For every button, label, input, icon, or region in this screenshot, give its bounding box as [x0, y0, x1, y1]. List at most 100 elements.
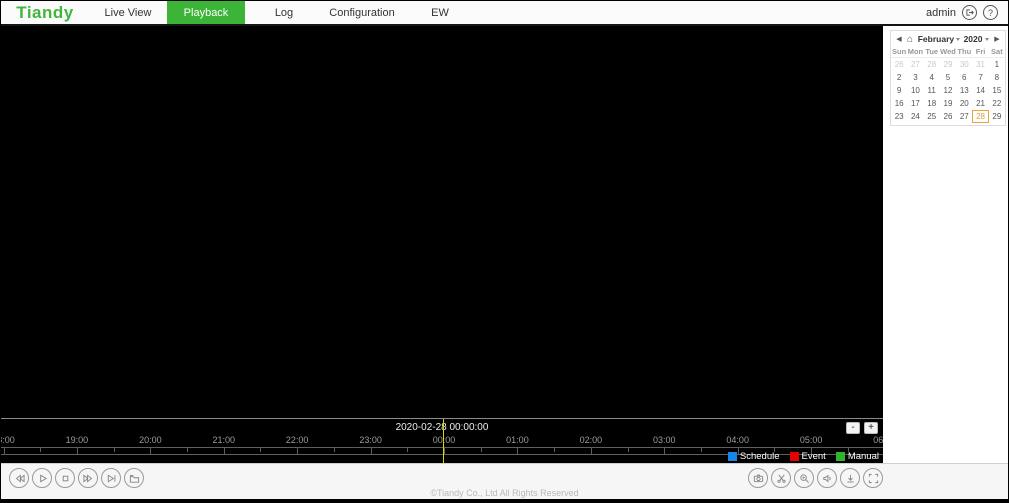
- video-playback-area[interactable]: [1, 26, 883, 418]
- calendar-date[interactable]: 27: [907, 58, 923, 71]
- calendar-month-select[interactable]: February: [918, 34, 961, 44]
- hour-label: 19:00: [65, 435, 89, 445]
- current-time-label: 2020-02-28 00:00:00: [395, 422, 489, 433]
- clip-button[interactable]: [771, 468, 791, 488]
- calendar-date[interactable]: 11: [924, 84, 940, 97]
- calendar-date[interactable]: 8: [989, 71, 1005, 84]
- calendar-date[interactable]: 19: [940, 97, 956, 110]
- chevron-down-icon: [984, 37, 989, 41]
- stop-button[interactable]: [55, 468, 75, 488]
- calendar-next-icon[interactable]: ▶: [992, 35, 1002, 43]
- calendar-date[interactable]: 9: [891, 84, 907, 97]
- calendar-date[interactable]: 17: [907, 97, 923, 110]
- snapshot-button[interactable]: [748, 468, 768, 488]
- calendar-date[interactable]: 26: [940, 110, 956, 123]
- calendar-date[interactable]: 29: [989, 110, 1005, 123]
- timeline-tick: [333, 448, 335, 452]
- calendar-date[interactable]: 30: [956, 58, 972, 71]
- calendar-home-icon[interactable]: ⌂: [904, 34, 916, 45]
- hour-label: 04:00: [726, 435, 749, 445]
- legend-label: Event: [801, 451, 826, 462]
- timeline[interactable]: 2020-02-28 00:00:00 - + 18:0019:0020:002…: [1, 418, 883, 463]
- calendar-date[interactable]: 24: [907, 110, 923, 123]
- frame-step-button[interactable]: [101, 468, 121, 488]
- timeline-tick: [150, 448, 152, 454]
- calendar-date[interactable]: 25: [924, 110, 940, 123]
- calendar-date[interactable]: 22: [989, 97, 1005, 110]
- download-button[interactable]: [840, 468, 860, 488]
- calendar-date[interactable]: 26: [891, 58, 907, 71]
- calendar-date[interactable]: 28: [924, 58, 940, 71]
- timeline-tick: [554, 448, 556, 452]
- timeline-tick: [700, 448, 702, 452]
- calendar-date[interactable]: 20: [956, 97, 972, 110]
- audio-button[interactable]: [817, 468, 837, 488]
- timeline-cursor[interactable]: [443, 419, 444, 463]
- help-icon[interactable]: ?: [983, 5, 998, 20]
- calendar-date[interactable]: 1: [989, 58, 1005, 71]
- calendar-prev-icon[interactable]: ◀: [894, 35, 904, 43]
- tab-configuration[interactable]: Configuration: [323, 1, 401, 24]
- timeline-zoom-out-button[interactable]: -: [846, 422, 860, 434]
- timeline-tick: [40, 448, 42, 452]
- day-header: Fri: [972, 46, 989, 58]
- tab-playback[interactable]: Playback: [167, 1, 245, 24]
- calendar-date[interactable]: 31: [972, 58, 988, 71]
- digital-zoom-button[interactable]: [794, 468, 814, 488]
- calendar-date[interactable]: 18: [924, 97, 940, 110]
- timeline-tick: [297, 448, 299, 454]
- tab-ew[interactable]: EW: [401, 1, 479, 24]
- tiandy-logo: Tiandy: [16, 2, 74, 22]
- hour-label: 06:00: [873, 435, 883, 445]
- calendar-year-select[interactable]: 2020: [964, 34, 989, 44]
- calendar-date[interactable]: 6: [956, 71, 972, 84]
- timeline-tick: [76, 448, 78, 454]
- logout-icon[interactable]: [962, 5, 977, 20]
- timeline-zoom-in-button[interactable]: +: [864, 422, 878, 434]
- calendar-date[interactable]: 15: [989, 84, 1005, 97]
- calendar-date[interactable]: 12: [940, 84, 956, 97]
- hour-label: 05:00: [799, 435, 823, 445]
- legend-label: Manual: [847, 451, 879, 462]
- calendar-grid: 26 27 28 29 30 31 1 2 3 4 5 6 7 8 9 10 11 12 13 14 15 16 17 18 1…: [891, 58, 1005, 123]
- calendar-date[interactable]: 29: [940, 58, 956, 71]
- tab-log[interactable]: Log: [245, 1, 323, 24]
- calendar-date[interactable]: 4: [924, 71, 940, 84]
- timeline-tick: [260, 448, 262, 452]
- hour-label: 22:00: [285, 435, 309, 445]
- timeline-tick: [517, 448, 519, 454]
- calendar-date[interactable]: 13: [956, 84, 972, 97]
- hour-label: 20:00: [139, 435, 162, 445]
- timeline-zoom-controls: - +: [846, 422, 878, 434]
- calendar-date[interactable]: 23: [891, 110, 907, 123]
- calendar-date[interactable]: 10: [907, 84, 923, 97]
- calendar-date[interactable]: 16: [891, 97, 907, 110]
- hour-label: 21:00: [212, 435, 236, 445]
- calendar-date[interactable]: 21: [972, 97, 988, 110]
- timeline-tick: [480, 448, 482, 452]
- speed-up-button[interactable]: [78, 468, 98, 488]
- timeline-tick: [407, 448, 409, 452]
- calendar-date[interactable]: 2: [891, 71, 907, 84]
- fullscreen-button[interactable]: [863, 468, 883, 488]
- record-file-button[interactable]: [124, 468, 144, 488]
- hour-label: 00:00: [432, 435, 456, 445]
- legend-item: Manual: [835, 451, 879, 462]
- calendar-date[interactable]: 27: [956, 110, 972, 123]
- timeline-tick: [664, 448, 666, 454]
- day-header: Sat: [988, 46, 1005, 58]
- calendar-date[interactable]: 3: [907, 71, 923, 84]
- timeline-timestamp-row: 2020-02-28 00:00:00 - +: [1, 419, 883, 435]
- timeline-tick: [3, 448, 5, 454]
- calendar-date[interactable]: 14: [972, 84, 988, 97]
- speed-down-button[interactable]: [9, 468, 29, 488]
- tab-live-view[interactable]: Live View: [89, 1, 167, 24]
- calendar-date[interactable]: 5: [940, 71, 956, 84]
- timeline-tick: [113, 448, 115, 452]
- calendar-date-selected[interactable]: 28: [972, 110, 989, 123]
- calendar-date[interactable]: 7: [972, 71, 988, 84]
- bottom-control-bar: ©Tiandy Co., Ltd All Rights Reserved: [1, 463, 1008, 499]
- play-button[interactable]: [32, 468, 52, 488]
- hour-label: 01:00: [506, 435, 529, 445]
- timeline-legend: Schedule Event Manual: [727, 451, 879, 462]
